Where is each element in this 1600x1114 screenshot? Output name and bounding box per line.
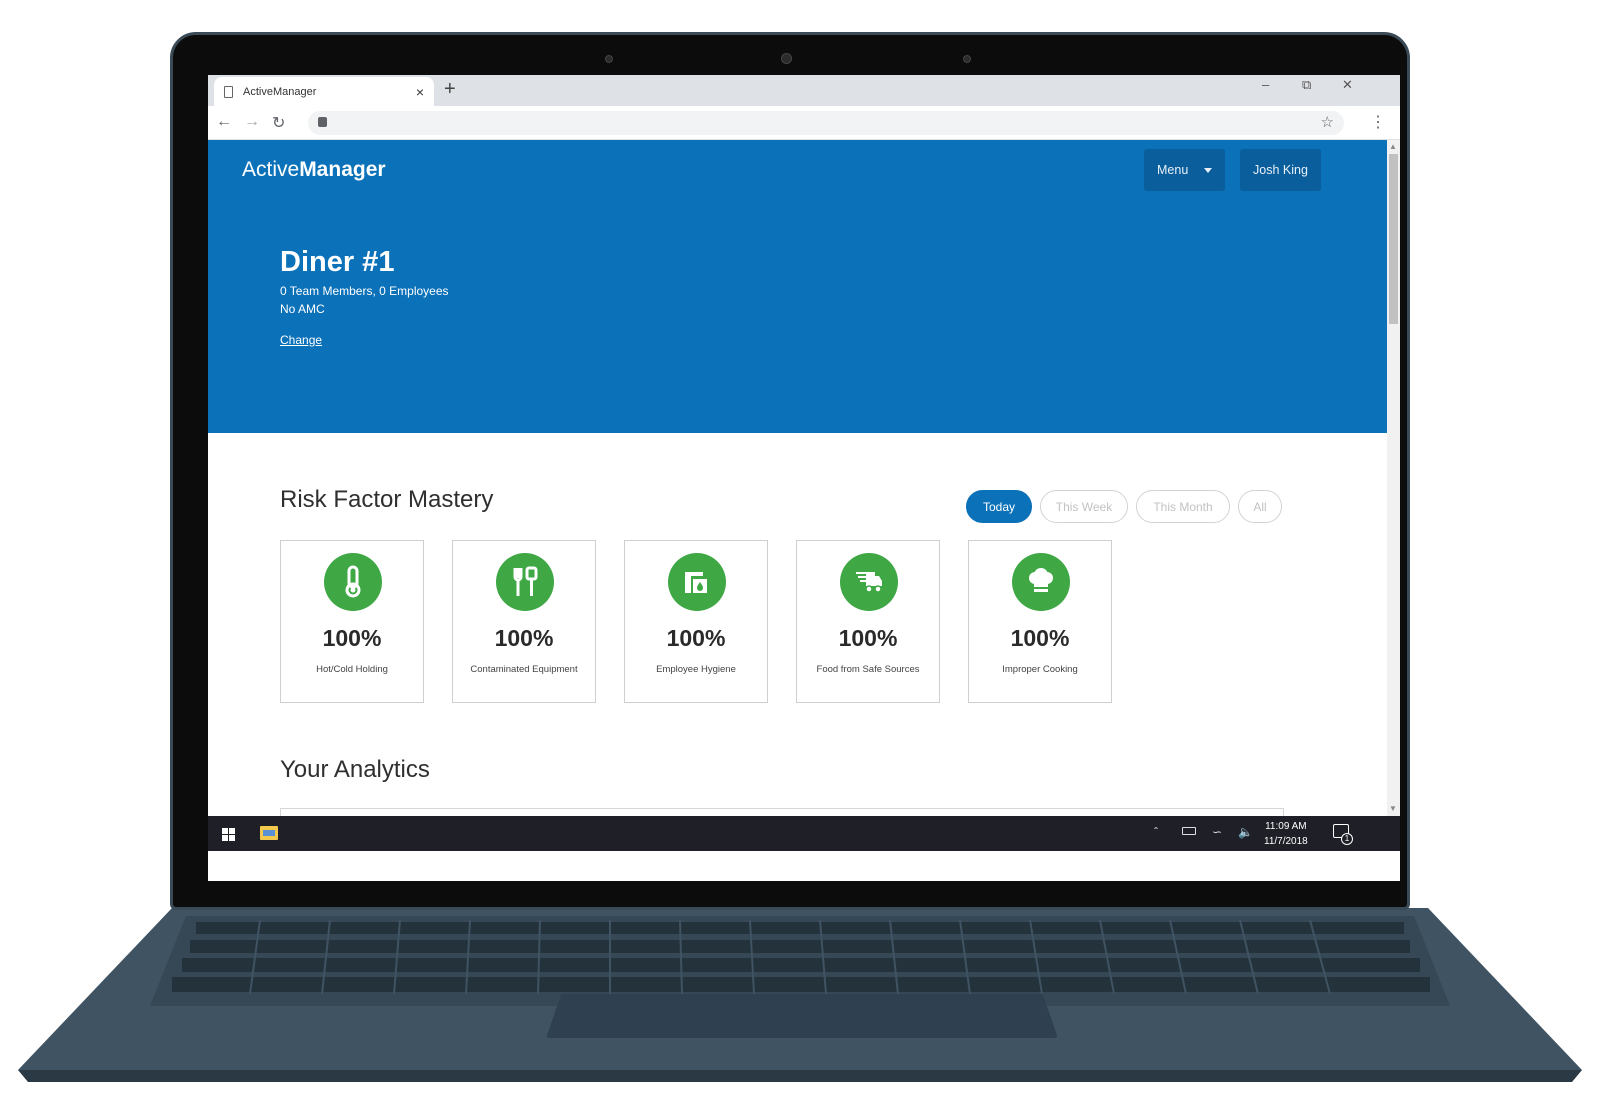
analytics-panel [280, 808, 1284, 816]
scroll-down-icon[interactable]: ▼ [1389, 804, 1397, 813]
screen: ActiveManager × + – ⧉ ✕ ← → ↻ ☆ ⋮ Active… [208, 75, 1400, 881]
risk-card-contaminated-equipment[interactable]: 100% Contaminated Equipment [452, 540, 596, 703]
bookmark-star-icon[interactable]: ☆ [1321, 113, 1334, 131]
chef-hat-icon [1012, 553, 1070, 611]
change-store-link[interactable]: Change [280, 333, 322, 347]
risk-card-improper-cooking[interactable]: 100% Improper Cooking [968, 540, 1112, 703]
file-explorer-icon[interactable] [260, 826, 278, 840]
brand-light-text: Active [242, 158, 300, 181]
store-members: 0 Team Members, 0 Employees [280, 284, 449, 298]
browser-toolbar: ← → ↻ ☆ ⋮ [208, 106, 1400, 140]
risk-card-label: Food from Safe Sources [816, 664, 920, 675]
restore-icon[interactable]: ⧉ [1302, 77, 1311, 93]
tab-title: ActiveManager [243, 85, 317, 98]
sensor-dot [605, 55, 613, 63]
reload-icon[interactable]: ↻ [272, 113, 285, 133]
volume-icon[interactable]: 🔈 [1238, 825, 1253, 839]
system-clock[interactable]: 11:09 AM 11/7/2018 [1264, 819, 1308, 849]
notification-count-badge: 1 [1341, 833, 1353, 845]
menu-label: Menu [1157, 163, 1189, 177]
wifi-icon[interactable]: ∽ [1212, 825, 1222, 839]
store-amc: No AMC [280, 302, 325, 316]
chevron-up-icon[interactable]: ˆ [1154, 825, 1158, 839]
risk-card-value: 100% [666, 625, 726, 651]
risk-card-label: Improper Cooking [1002, 664, 1078, 675]
battery-icon[interactable] [1182, 827, 1196, 835]
risk-card-value: 100% [838, 625, 898, 651]
back-icon[interactable]: ← [216, 113, 232, 131]
browser-tab-bar: ActiveManager × + – ⧉ ✕ [208, 75, 1400, 106]
thermometer-icon [324, 553, 382, 611]
risk-card-label: Hot/Cold Holding [316, 664, 388, 675]
filter-all[interactable]: All [1238, 490, 1282, 523]
close-tab-icon[interactable]: × [416, 84, 424, 100]
scroll-up-icon[interactable]: ▲ [1389, 142, 1397, 151]
trackpad [546, 994, 1058, 1038]
address-bar[interactable]: ☆ [308, 111, 1344, 135]
close-window-icon[interactable]: ✕ [1342, 77, 1353, 93]
risk-card-label: Contaminated Equipment [470, 664, 578, 675]
forward-icon[interactable]: → [244, 113, 260, 131]
time-filter-group: Today This Week This Month All [966, 490, 1282, 523]
risk-card-employee-hygiene[interactable]: 100% Employee Hygiene [624, 540, 768, 703]
hand-sink-icon [668, 553, 726, 611]
clock-time: 11:09 AM [1265, 821, 1307, 832]
minimize-icon[interactable]: – [1262, 77, 1269, 92]
analytics-title: Your Analytics [280, 756, 430, 783]
store-title: Diner #1 [280, 246, 395, 278]
laptop-mockup: ActiveManager × + – ⧉ ✕ ← → ↻ ☆ ⋮ Active… [0, 0, 1600, 1114]
user-name: Josh King [1253, 163, 1308, 177]
web-page: ActiveManager Menu Josh King Diner #1 0 … [208, 140, 1387, 816]
risk-card-value: 100% [494, 625, 554, 651]
lock-icon [318, 117, 327, 127]
sensor-dot [963, 55, 971, 63]
browser-menu-icon[interactable]: ⋮ [1370, 112, 1386, 132]
user-button[interactable]: Josh King [1240, 149, 1321, 191]
risk-card-hot-cold-holding[interactable]: 100% Hot/Cold Holding [280, 540, 424, 703]
header-banner: ActiveManager Menu Josh King Diner #1 0 … [208, 140, 1387, 433]
webcam [781, 53, 792, 64]
risk-card-value: 100% [322, 625, 382, 651]
chevron-down-icon [1204, 167, 1213, 173]
clock-date: 11/7/2018 [1264, 836, 1308, 847]
risk-card-value: 100% [1010, 625, 1070, 651]
risk-card-label: Employee Hygiene [656, 664, 736, 675]
scrollbar-thumb[interactable] [1389, 154, 1398, 324]
risk-factor-cards: 100% Hot/Cold Holding 100% Contaminated … [280, 540, 1112, 703]
filter-this-week[interactable]: This Week [1040, 490, 1128, 523]
windows-taskbar: ˆ ∽ 🔈 11:09 AM 11/7/2018 1 [208, 816, 1400, 851]
page-scrollbar[interactable]: ▲ ▼ [1387, 140, 1400, 816]
windows-start-icon[interactable] [222, 828, 235, 841]
new-tab-icon[interactable]: + [444, 78, 456, 101]
page-icon [224, 85, 233, 98]
risk-factor-title: Risk Factor Mastery [280, 486, 494, 513]
filter-this-month[interactable]: This Month [1136, 490, 1230, 523]
browser-tab[interactable]: ActiveManager × [214, 77, 434, 106]
delivery-truck-icon [840, 553, 898, 611]
app-logo[interactable]: ActiveManager [242, 158, 386, 182]
utensils-icon [496, 553, 554, 611]
risk-card-food-safe-sources[interactable]: 100% Food from Safe Sources [796, 540, 940, 703]
filter-today[interactable]: Today [966, 490, 1032, 523]
menu-button[interactable]: Menu [1144, 149, 1226, 191]
brand-bold-text: Manager [299, 158, 386, 181]
